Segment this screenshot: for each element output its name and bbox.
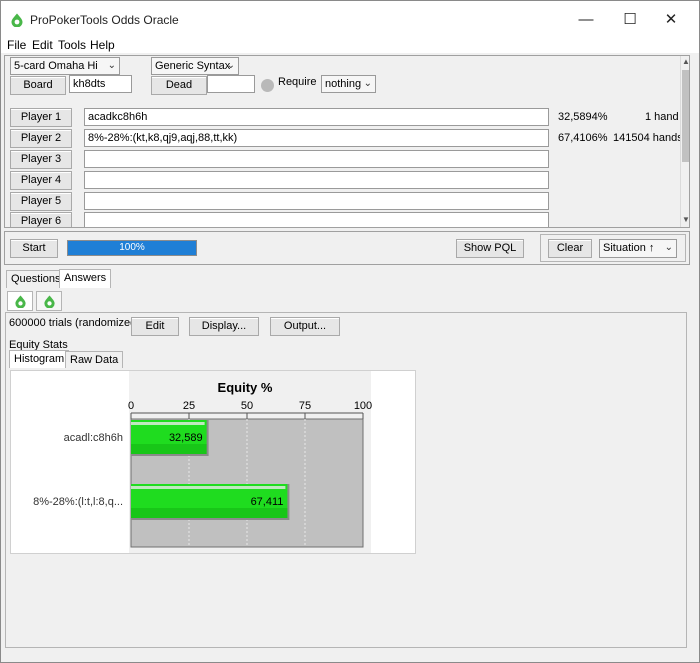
scroll-up-icon[interactable]: ▲ [681, 56, 689, 68]
situation-select[interactable]: Situation ↑ ⌄ [599, 239, 677, 258]
player-4-button[interactable]: Player 4 [10, 171, 72, 190]
bar-shade [131, 444, 207, 454]
answer-tab-1[interactable] [7, 291, 33, 311]
player-2-equity: 67,4106% [558, 132, 608, 144]
require-toggle[interactable] [261, 79, 274, 92]
require-select-value: nothing [325, 78, 362, 90]
app-logo-icon [11, 13, 23, 27]
situation-select-value: Situation ↑ [603, 242, 655, 254]
category-label: 8%-28%:(l:t,l:8,q... [33, 496, 123, 508]
clear-group: Clear Situation ↑ ⌄ [540, 234, 686, 262]
player-4-hand-input[interactable] [84, 171, 549, 189]
progress-text: 100% [119, 242, 145, 253]
player-6-button[interactable]: Player 6 [10, 212, 72, 227]
category-label: acadl:c8h6h [64, 432, 123, 444]
progress-bar: 100% [67, 240, 197, 256]
tab-histogram[interactable]: Histogram [9, 350, 70, 368]
dead-input[interactable] [207, 75, 255, 93]
bar-shade [131, 508, 288, 518]
show-pql-button[interactable]: Show PQL [456, 239, 524, 258]
player-1-combos: 1 hand [645, 111, 679, 123]
answer-tab-2[interactable] [36, 291, 62, 311]
menu-file[interactable]: File [7, 38, 26, 52]
equity-histogram: Equity % 0 25 50 75 100 32,589 acadl:c8h6h 67,4… [10, 370, 416, 554]
player-2-button[interactable]: Player 2 [10, 129, 72, 148]
player-1-button[interactable]: Player 1 [10, 108, 72, 127]
menu-tools[interactable]: Tools [58, 38, 86, 52]
chart-title: Equity % [218, 380, 273, 395]
player-1-hand-input[interactable]: acadkc8h6h [84, 108, 549, 126]
board-button[interactable]: Board [10, 76, 66, 95]
player-3-hand-input[interactable] [84, 150, 549, 168]
player-6-hand-input[interactable] [84, 212, 549, 227]
game-select-value: 5-card Omaha Hi [14, 60, 98, 72]
x-tick-label: 50 [241, 400, 253, 412]
display-button[interactable]: Display... [189, 317, 259, 336]
x-tick-label: 75 [299, 400, 311, 412]
output-button[interactable]: Output... [270, 317, 340, 336]
chevron-down-icon: ⌄ [363, 78, 372, 89]
game-select[interactable]: 5-card Omaha Hi ⌄ [10, 57, 120, 75]
x-tick-label: 0 [128, 400, 134, 412]
tab-questions[interactable]: Questions [6, 270, 66, 288]
syntax-select[interactable]: Generic Syntax ⌄ [151, 57, 239, 75]
minimize-icon[interactable]: — [571, 7, 601, 33]
start-button[interactable]: Start [10, 239, 58, 258]
require-label: Require [278, 76, 317, 88]
edit-button[interactable]: Edit [131, 317, 179, 336]
syntax-select-value: Generic Syntax [155, 60, 231, 72]
clear-button[interactable]: Clear [548, 239, 592, 258]
bar-value-label: 32,589 [169, 432, 203, 444]
bar-highlight [131, 486, 286, 489]
chevron-down-icon: ⌄ [226, 60, 235, 71]
board-input[interactable]: kh8dts [69, 75, 132, 93]
player-5-button[interactable]: Player 5 [10, 192, 72, 211]
scroll-down-icon[interactable]: ▼ [681, 214, 689, 226]
close-icon[interactable]: ✕ [656, 7, 686, 33]
trials-label: 600000 trials (randomized) [9, 317, 140, 329]
require-select[interactable]: nothing ⌄ [321, 75, 376, 93]
scrollbar-thumb[interactable] [682, 70, 689, 162]
player-5-hand-input[interactable] [84, 192, 549, 210]
bar-value-label: 67,411 [251, 496, 284, 508]
x-tick-label: 25 [183, 400, 195, 412]
maximize-icon[interactable]: ☐ [615, 7, 645, 33]
oracle-icon [15, 295, 26, 308]
players-scrollbar[interactable]: ▲ ▼ [680, 56, 689, 227]
window-title: ProPokerTools Odds Oracle [30, 13, 179, 27]
tab-raw-data[interactable]: Raw Data [65, 351, 124, 368]
equity-chart: Equity % 0 25 50 75 100 32,589 acadl:c8h6h 67,4… [33, 380, 372, 548]
menu-bar: File Edit Tools Help [1, 37, 699, 53]
tab-answers[interactable]: Answers [59, 269, 112, 288]
chevron-down-icon: ⌄ [107, 60, 116, 71]
players-panel: 5-card Omaha Hi ⌄ Generic Syntax ⌄ Board… [4, 55, 690, 228]
bar-highlight [131, 422, 205, 425]
player-2-combos: 141504 hands [613, 132, 683, 144]
menu-help[interactable]: Help [90, 38, 115, 52]
dead-button[interactable]: Dead [151, 76, 207, 95]
player-1-equity: 32,5894% [558, 111, 608, 123]
run-controls: Start 100% Show PQL Clear Situation ↑ ⌄ [4, 231, 690, 265]
app-window: ProPokerTools Odds Oracle — ☐ ✕ File Edi… [0, 0, 700, 663]
player-2-hand-input[interactable]: 8%-28%:(kt,k8,qj9,aqj,88,tt,kk) [84, 129, 549, 147]
title-bar: ProPokerTools Odds Oracle — ☐ ✕ [1, 1, 699, 37]
oracle-icon [44, 295, 55, 308]
menu-edit[interactable]: Edit [32, 38, 53, 52]
player-3-button[interactable]: Player 3 [10, 150, 72, 169]
chevron-down-icon: ⌄ [664, 242, 673, 253]
x-tick-label: 100 [354, 400, 372, 412]
